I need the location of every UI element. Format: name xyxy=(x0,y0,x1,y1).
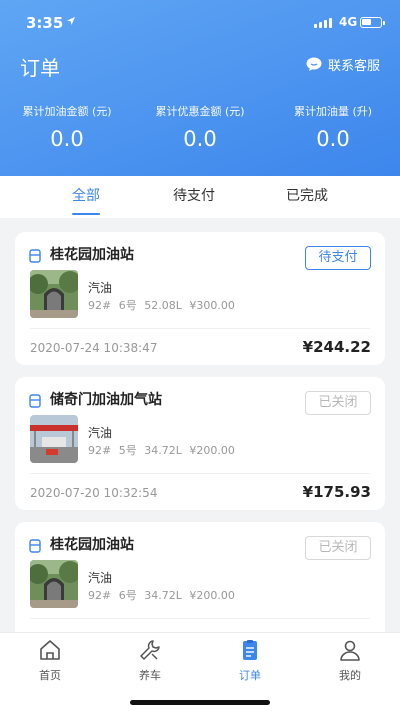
paid-amount: ¥175.93 xyxy=(302,483,371,501)
order-list[interactable]: 桂花园加油站 待支付 汽油 92# 6号 52.08L ¥300.00 2020… xyxy=(0,218,400,632)
nav-orders[interactable]: 订单 xyxy=(220,639,280,683)
nav-profile[interactable]: 我的 xyxy=(320,639,380,683)
order-detail: 92# 6号 34.72L ¥200.00 xyxy=(88,587,239,603)
divider xyxy=(30,618,370,619)
fuel-volume: 34.72L xyxy=(144,444,182,457)
tab-all[interactable]: 全部 xyxy=(56,176,116,218)
fuel-grade: 92# xyxy=(88,589,112,602)
status-badge: 已关闭 xyxy=(305,536,371,560)
order-card[interactable]: 储奇门加油加气站 已关闭 汽油 92# 5号 34.72L ¥200.00 20… xyxy=(15,377,385,510)
page-title: 订单 xyxy=(20,56,60,80)
list-price: ¥200.00 xyxy=(189,589,235,602)
gas-pump-icon xyxy=(29,539,41,553)
status-badge[interactable]: 待支付 xyxy=(305,246,371,270)
fuel-type: 汽油 xyxy=(88,571,113,585)
gas-pump-icon xyxy=(29,394,41,408)
stat-value: 0.0 xyxy=(316,127,350,151)
header: 3:35 4G 订单 联系客服 累计加油金额 (元) 0.0 累计优惠金额 (元… xyxy=(0,0,400,176)
stat-total-discount: 累计优惠金额 (元) 0.0 xyxy=(133,103,267,151)
station-thumbnail xyxy=(30,270,78,318)
stat-total-fuel-amount: 累计加油金额 (元) 0.0 xyxy=(0,103,134,151)
order-date: 2020-07-24 10:38:47 xyxy=(30,341,158,355)
stat-label: 累计加油金额 (元) xyxy=(22,105,112,118)
station-thumbnail xyxy=(30,415,78,463)
order-detail: 92# 6号 52.08L ¥300.00 xyxy=(88,297,239,313)
gas-pump-icon xyxy=(29,249,41,263)
pump-number: 5号 xyxy=(118,444,137,457)
list-price: ¥200.00 xyxy=(189,444,235,457)
wrench-icon xyxy=(140,640,160,660)
nav-label: 首页 xyxy=(39,669,61,682)
home-indicator xyxy=(130,700,270,705)
customer-service-button[interactable]: 联系客服 xyxy=(306,54,380,74)
nav-label: 养车 xyxy=(139,669,161,682)
tab-pending-payment[interactable]: 待支付 xyxy=(164,176,224,218)
fuel-grade: 92# xyxy=(88,299,112,312)
stat-label: 累计加油量 (升) xyxy=(293,105,373,118)
station-thumbnail xyxy=(30,560,78,608)
fuel-type: 汽油 xyxy=(88,281,113,295)
stat-total-volume: 累计加油量 (升) 0.0 xyxy=(266,103,400,151)
stat-value: 0.0 xyxy=(50,127,84,151)
home-icon xyxy=(40,640,60,660)
fuel-volume: 34.72L xyxy=(144,589,182,602)
station-name: 桂花园加油站 xyxy=(50,537,134,553)
nav-label: 订单 xyxy=(239,669,261,682)
battery-icon xyxy=(360,17,385,28)
stat-label: 累计优惠金额 (元) xyxy=(155,105,245,118)
nav-home[interactable]: 首页 xyxy=(20,639,80,683)
status-time: 3:35 xyxy=(26,14,64,32)
stat-value: 0.0 xyxy=(183,127,217,151)
location-arrow-icon xyxy=(67,17,75,25)
chat-bubble-icon xyxy=(306,57,322,71)
list-price: ¥300.00 xyxy=(189,299,235,312)
divider xyxy=(30,473,370,474)
network-type: 4G xyxy=(339,15,358,29)
order-tabs: 全部 待支付 已完成 xyxy=(0,176,400,218)
status-badge: 已关闭 xyxy=(305,391,371,415)
fuel-volume: 52.08L xyxy=(144,299,182,312)
fuel-type: 汽油 xyxy=(88,426,113,440)
status-bar: 3:35 4G xyxy=(0,0,400,44)
station-name: 桂花园加油站 xyxy=(50,247,134,263)
customer-service-label: 联系客服 xyxy=(328,58,381,74)
order-detail: 92# 5号 34.72L ¥200.00 xyxy=(88,442,239,458)
nav-car-care[interactable]: 养车 xyxy=(120,639,180,683)
order-icon xyxy=(243,640,257,660)
order-card[interactable]: 桂花园加油站 待支付 汽油 92# 6号 52.08L ¥300.00 2020… xyxy=(15,232,385,365)
fuel-grade: 92# xyxy=(88,444,112,457)
divider xyxy=(30,328,370,329)
order-date: 2020-07-20 10:32:54 xyxy=(30,486,158,500)
profile-icon xyxy=(340,640,360,661)
pump-number: 6号 xyxy=(118,299,137,312)
order-card[interactable]: 桂花园加油站 已关闭 汽油 92# 6号 34.72L ¥200.00 xyxy=(15,522,385,632)
station-name: 储奇门加油加气站 xyxy=(50,392,162,408)
nav-label: 我的 xyxy=(339,669,361,682)
paid-amount: ¥244.22 xyxy=(302,338,371,356)
tab-completed[interactable]: 已完成 xyxy=(277,176,337,218)
pump-number: 6号 xyxy=(118,589,137,602)
